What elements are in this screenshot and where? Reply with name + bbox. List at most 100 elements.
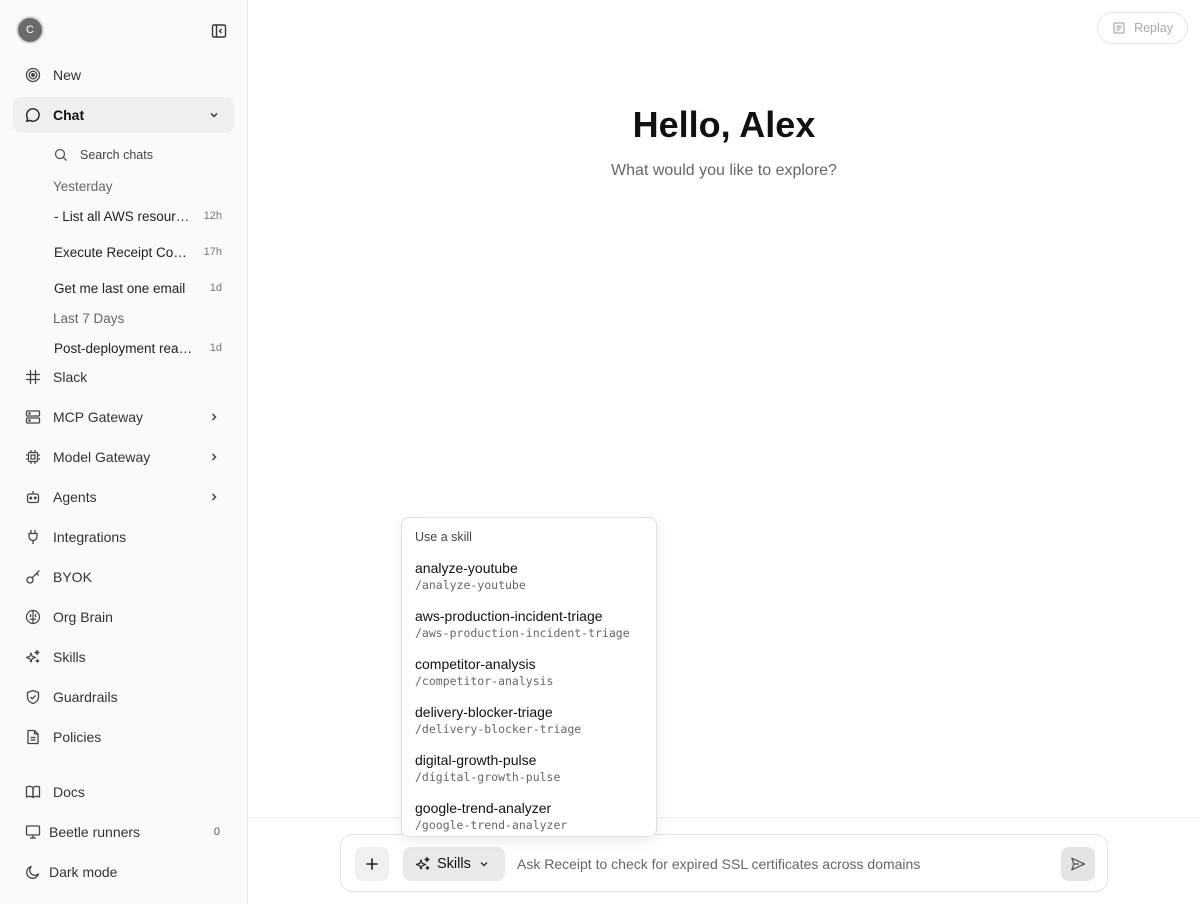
chevron-down-icon: [478, 858, 490, 870]
composer: Skills: [340, 834, 1108, 892]
replay-label: Replay: [1134, 21, 1173, 35]
skills-list: analyze-youtube /analyze-youtube aws-pro…: [402, 558, 656, 836]
nav-guardrails-label: Guardrails: [53, 689, 118, 705]
nav-model-gateway[interactable]: Model Gateway: [13, 439, 234, 475]
skills-dropdown-menu: Use a skill analyze-youtube /analyze-you…: [401, 517, 657, 837]
avatar[interactable]: C: [16, 16, 44, 44]
nav-docs[interactable]: Docs: [13, 774, 234, 810]
greeting-title: Hello, Alex: [632, 104, 816, 145]
chat-time: 12h: [203, 210, 222, 222]
group-label-yesterday: Yesterday: [53, 179, 113, 194]
chat-time: 1d: [209, 282, 222, 294]
chevron-right-icon: [206, 489, 222, 505]
nav-mcp-gateway-label: MCP Gateway: [53, 409, 143, 425]
monitor-icon: [25, 824, 41, 840]
bot-icon: [25, 489, 41, 505]
sparkles-icon: [415, 856, 431, 872]
chat-title: Execute Receipt Confirmation: [54, 244, 192, 260]
nav-docs-label: Docs: [53, 784, 85, 800]
skill-name: competitor-analysis: [415, 656, 536, 672]
skill-option-delivery-blocker-triage[interactable]: delivery-blocker-triage /delivery-blocke…: [402, 702, 656, 750]
nav-new-label: New: [53, 67, 82, 83]
nav-beetle-runners[interactable]: Beetle runners 0: [13, 814, 234, 850]
nav-chat[interactable]: Chat: [13, 97, 234, 133]
nav-skills-label: Skills: [53, 649, 86, 665]
file-icon: [25, 729, 41, 745]
nav-model-gateway-label: Model Gateway: [53, 449, 151, 465]
dark-mode-toggle[interactable]: Dark mode: [13, 854, 234, 890]
chat-history-item[interactable]: Get me last one email 1d: [42, 273, 232, 303]
nav-mcp-gateway[interactable]: MCP Gateway: [13, 399, 234, 435]
replay-button[interactable]: Replay: [1097, 12, 1188, 44]
key-icon: [25, 569, 41, 585]
skills-menu-header: Use a skill: [415, 530, 472, 544]
skill-option-google-trend-analyzer[interactable]: google-trend-analyzer /google-trend-anal…: [402, 798, 656, 836]
plus-icon: [366, 858, 378, 870]
chat-title: - List all AWS resources: [54, 208, 192, 224]
chevron-right-icon: [206, 409, 222, 425]
panel-left-icon: [211, 24, 227, 38]
send-icon: [1071, 857, 1086, 871]
skills-button-label: Skills: [437, 856, 471, 872]
skill-command: /competitor-analysis: [415, 674, 554, 688]
nav-beetle-runners-label: Beetle runners: [49, 824, 141, 840]
nav-agents-label: Agents: [53, 489, 97, 505]
skill-option-aws-production-incident-triage[interactable]: aws-production-incident-triage /aws-prod…: [402, 606, 656, 654]
group-label-last-7-days: Last 7 Days: [53, 311, 125, 326]
message-input[interactable]: [517, 847, 1047, 881]
chevron-right-icon: [206, 449, 222, 465]
moon-icon: [25, 864, 41, 880]
chat-history-item[interactable]: - List all AWS resources 12h: [42, 201, 232, 231]
nav-org-brain-label: Org Brain: [53, 609, 113, 625]
replay-icon: [1112, 21, 1126, 35]
chat-title: Get me last one email: [54, 280, 186, 296]
skill-name: delivery-blocker-triage: [415, 704, 553, 720]
chat-title: Post-deployment readiness: [54, 340, 198, 356]
skill-option-analyze-youtube[interactable]: analyze-youtube /analyze-youtube: [402, 558, 656, 606]
nav-integrations-label: Integrations: [53, 529, 127, 545]
chat-time: 1d: [209, 342, 222, 354]
slack-icon: [25, 369, 41, 385]
nav-guardrails[interactable]: Guardrails: [13, 679, 234, 715]
server-icon: [25, 409, 41, 425]
shield-icon: [25, 689, 41, 705]
nav-new[interactable]: New: [13, 57, 234, 93]
sidebar: C New Chat Search chats Yesterday - List…: [0, 0, 248, 904]
skill-option-competitor-analysis[interactable]: competitor-analysis /competitor-analysis: [402, 654, 656, 702]
search-icon: [54, 148, 68, 162]
skill-command: /analyze-youtube: [415, 578, 526, 592]
cpu-icon: [25, 449, 41, 465]
nav-policies[interactable]: Policies: [13, 719, 234, 755]
nav-skills[interactable]: Skills: [13, 639, 234, 675]
nav-chat-label: Chat: [53, 107, 85, 123]
nav-agents[interactable]: Agents: [13, 479, 234, 515]
plug-icon: [25, 529, 41, 545]
greeting-subtitle: What would you like to explore?: [611, 162, 837, 179]
nav-org-brain[interactable]: Org Brain: [13, 599, 234, 635]
skill-name: digital-growth-pulse: [415, 752, 537, 768]
skill-name: analyze-youtube: [415, 560, 518, 576]
skill-command: /google-trend-analyzer: [415, 818, 568, 832]
send-button[interactable]: [1061, 847, 1095, 881]
search-chats-placeholder: Search chats: [80, 148, 153, 162]
main-panel: Replay Hello, Alex What would you like t…: [248, 0, 1200, 904]
nav-integrations[interactable]: Integrations: [13, 519, 234, 555]
nav-slack-label: Slack: [53, 369, 88, 385]
nav-slack[interactable]: Slack: [13, 359, 234, 395]
dark-mode-label: Dark mode: [49, 864, 118, 880]
skill-command: /aws-production-incident-triage: [415, 626, 630, 640]
runners-count-badge: 0: [213, 826, 220, 838]
nav-byok-label: BYOK: [53, 569, 92, 585]
skill-command: /delivery-blocker-triage: [415, 722, 582, 736]
skill-option-digital-growth-pulse[interactable]: digital-growth-pulse /digital-growth-pul…: [402, 750, 656, 798]
chat-history-item[interactable]: Execute Receipt Confirmation 17h: [42, 237, 232, 267]
chat-time: 17h: [203, 246, 222, 258]
skill-name: google-trend-analyzer: [415, 800, 552, 816]
attach-button[interactable]: [355, 847, 389, 881]
collapse-sidebar-button[interactable]: [208, 20, 230, 42]
search-chats-input[interactable]: Search chats: [42, 143, 232, 167]
nav-policies-label: Policies: [53, 729, 102, 745]
skills-button[interactable]: Skills: [403, 847, 505, 881]
nav-byok[interactable]: BYOK: [13, 559, 234, 595]
chevron-down-icon: [206, 107, 222, 123]
